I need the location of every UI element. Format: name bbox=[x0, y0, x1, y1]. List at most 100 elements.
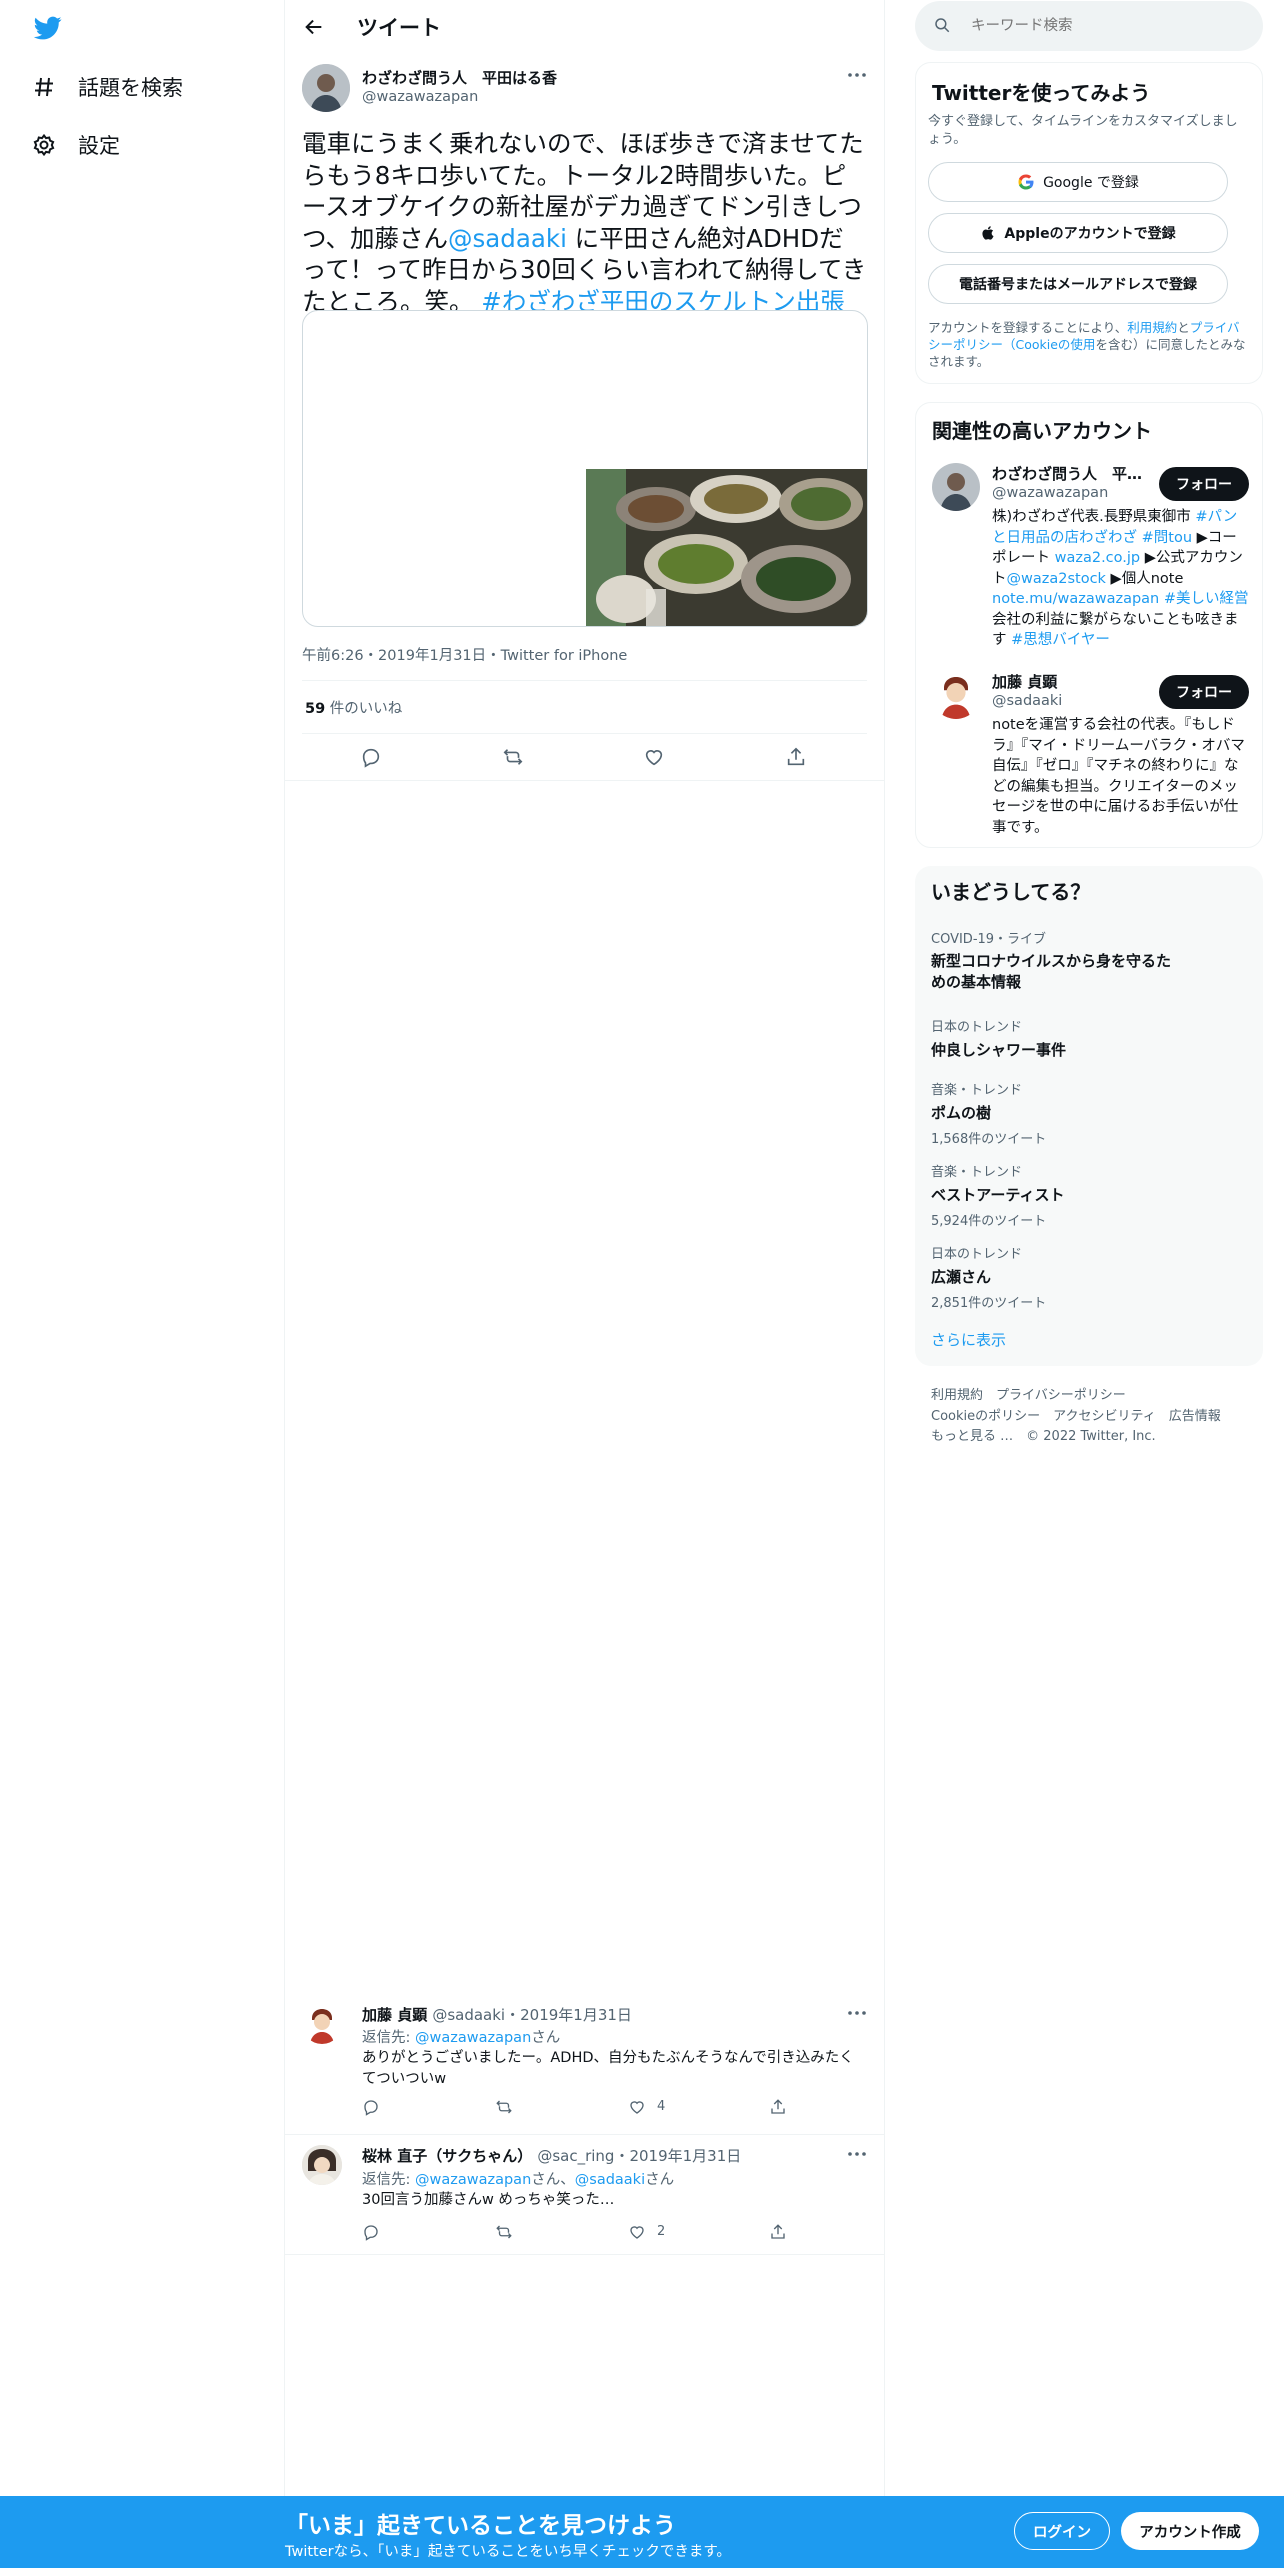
share-icon[interactable] bbox=[785, 746, 807, 768]
like-icon[interactable] bbox=[628, 2223, 646, 2241]
reply-avatar[interactable] bbox=[302, 2004, 342, 2044]
account-avatar[interactable] bbox=[932, 671, 980, 719]
reply-to-link[interactable]: @sadaaki bbox=[575, 2172, 645, 2188]
reply-date[interactable]: ・2019年1月31日 bbox=[505, 2006, 632, 2024]
retweet-icon[interactable] bbox=[495, 2098, 513, 2116]
tweet-meta: 午前6:26・2019年1月31日・Twitter for iPhone bbox=[302, 648, 628, 664]
reply-to-link[interactable]: @wazawazapan bbox=[415, 2172, 531, 2188]
nav-settings-label: 設定 bbox=[78, 134, 120, 158]
reply-icon[interactable] bbox=[362, 2098, 380, 2116]
reply-author-name[interactable]: 桜林 直子（サクちゃん） bbox=[362, 2147, 532, 2165]
google-signup-button[interactable]: Google で登録 bbox=[928, 162, 1228, 202]
account-avatar[interactable] bbox=[932, 463, 980, 511]
reply-to-link[interactable]: @wazawazapan bbox=[415, 2030, 531, 2046]
like-count: 2 bbox=[657, 2224, 666, 2239]
trend-name: 広瀬さん bbox=[931, 1268, 992, 1286]
main-column: ツイート わざわざ問う人 平田はる香 @wazawazapan 電車にうまく乗れ… bbox=[285, 0, 885, 2500]
account-name[interactable]: 加藤 貞顕 bbox=[992, 671, 1057, 692]
reply-to-line: 返信先: @wazawazapanさん bbox=[362, 2026, 560, 2047]
reply-avatar[interactable] bbox=[302, 2145, 342, 2185]
tweet-media[interactable] bbox=[302, 310, 868, 627]
footer-more-link[interactable]: もっと見る … bbox=[931, 1429, 1013, 1444]
trend-item[interactable]: 音楽・トレンド ポムの樹 1,568件のツイート bbox=[931, 1079, 1247, 1147]
trends-card: いまどうしてる？ COVID-19・ライブ 新型コロナウイルスから身を守るための… bbox=[915, 866, 1263, 1366]
nav-settings[interactable]: 設定 bbox=[32, 130, 120, 160]
google-signup-label: Google で登録 bbox=[1043, 175, 1139, 191]
bio-url-link[interactable]: note.mu/wazawazapan bbox=[992, 591, 1159, 607]
left-sidebar: 話題を検索 設定 bbox=[0, 0, 285, 2500]
reply-icon[interactable] bbox=[362, 2223, 380, 2241]
trend-item[interactable]: COVID-19・ライブ 新型コロナウイルスから身を守るための基本情報 bbox=[931, 928, 1247, 993]
reply-icon[interactable] bbox=[360, 746, 382, 768]
reply-author-name[interactable]: 加藤 貞顕 bbox=[362, 2006, 427, 2024]
trend-category: COVID-19・ライブ bbox=[931, 932, 1047, 947]
author-handle[interactable]: @wazawazapan bbox=[362, 89, 478, 105]
bio-url-link[interactable]: waza2.co.jp bbox=[1055, 550, 1141, 566]
more-options-icon[interactable] bbox=[847, 2149, 867, 2159]
trend-count: 1,568件のツイート bbox=[931, 1132, 1047, 1147]
bio-hashtag-link[interactable]: #思想バイヤー bbox=[1011, 632, 1110, 648]
login-button[interactable]: ログイン bbox=[1014, 2512, 1110, 2550]
apple-signup-button[interactable]: Appleのアカウントで登録 bbox=[928, 213, 1228, 253]
divider bbox=[302, 733, 867, 734]
terms-link[interactable]: 利用規約 bbox=[1127, 320, 1177, 335]
trend-item[interactable]: 日本のトレンド 仲良しシャワー事件 bbox=[931, 1016, 1247, 1060]
like-icon[interactable] bbox=[643, 746, 665, 768]
tweet-mention-link[interactable]: @sadaaki bbox=[448, 224, 567, 253]
search-input[interactable] bbox=[971, 11, 1241, 41]
trend-name: ポムの樹 bbox=[931, 1104, 992, 1122]
twitter-logo-icon[interactable] bbox=[32, 14, 64, 42]
footer-privacy-link[interactable]: プライバシーポリシー bbox=[996, 1388, 1126, 1403]
follow-button[interactable]: フォロー bbox=[1159, 467, 1249, 501]
footer-ads-link[interactable]: 広告情報 bbox=[1169, 1409, 1221, 1424]
trend-item[interactable]: 音楽・トレンド ベストアーティスト 5,924件のツイート bbox=[931, 1161, 1247, 1229]
author-avatar[interactable] bbox=[302, 64, 350, 112]
like-count: 4 bbox=[657, 2099, 666, 2114]
retweet-icon[interactable] bbox=[495, 2223, 513, 2241]
reply-header: 加藤 貞顕 @sadaaki・2019年1月31日 bbox=[362, 2004, 632, 2025]
reply-to-suffix: さん bbox=[645, 2172, 675, 2188]
reply-author-handle[interactable]: @sac_ring bbox=[537, 2147, 614, 2165]
trend-category: 日本のトレンド bbox=[931, 1020, 1023, 1035]
author-name[interactable]: わざわざ問う人 平田はる香 bbox=[362, 67, 557, 88]
share-icon[interactable] bbox=[769, 2098, 787, 2116]
trend-count: 5,924件のツイート bbox=[931, 1214, 1047, 1229]
account-handle[interactable]: @sadaaki bbox=[992, 693, 1062, 709]
nav-explore[interactable]: 話題を検索 bbox=[32, 72, 183, 102]
reply-tweet[interactable]: 桜林 直子（サクちゃん） @sac_ring・2019年1月31日 返信先: @… bbox=[285, 2135, 885, 2255]
share-icon[interactable] bbox=[769, 2223, 787, 2241]
retweet-icon[interactable] bbox=[502, 746, 524, 768]
signup-button[interactable]: アカウント作成 bbox=[1121, 2512, 1259, 2550]
more-options-icon[interactable] bbox=[847, 2008, 867, 2018]
follow-button[interactable]: フォロー bbox=[1159, 675, 1249, 709]
footer-links: 利用規約 プライバシーポリシー Cookieのポリシー アクセシビリティ 広告情… bbox=[931, 1386, 1261, 1448]
phone-email-signup-button[interactable]: 電話番号またはメールアドレスで登録 bbox=[928, 264, 1228, 304]
like-icon[interactable] bbox=[628, 2098, 646, 2116]
account-bio: 株)わざわざ代表.長野県東御市 #パンと日用品の店わざわざ #問tou ▶コーポ… bbox=[992, 507, 1250, 651]
show-more-link[interactable]: さらに表示 bbox=[931, 1329, 1006, 1350]
reply-text: ありがとうございましたー。ADHD、自分もたぶんそうなんで引き込みたくてついつい… bbox=[362, 2050, 854, 2087]
google-icon bbox=[1017, 173, 1035, 191]
bottom-signup-banner: 「いま」起きていることを見つけよう Twitterなら、「いま」起きていることを… bbox=[0, 2496, 1284, 2568]
more-options-icon[interactable] bbox=[847, 70, 867, 80]
hashtag-icon bbox=[32, 75, 56, 99]
bio-hashtag-link[interactable]: #美しい経営 bbox=[1164, 591, 1249, 607]
likes-count: 59 bbox=[305, 701, 326, 717]
likes-stat[interactable]: 59 件のいいね bbox=[305, 697, 402, 718]
footer-cookie-link[interactable]: Cookieのポリシー bbox=[931, 1409, 1040, 1424]
account-name[interactable]: わざわざ問う人 平… bbox=[992, 463, 1142, 484]
search-box[interactable] bbox=[915, 1, 1263, 51]
reply-header: 桜林 直子（サクちゃん） @sac_ring・2019年1月31日 bbox=[362, 2145, 741, 2166]
reply-date[interactable]: ・2019年1月31日 bbox=[614, 2147, 741, 2165]
footer-accessibility-link[interactable]: アクセシビリティ bbox=[1053, 1409, 1156, 1424]
reply-author-handle[interactable]: @sadaaki bbox=[432, 2006, 505, 2024]
trend-item[interactable]: 日本のトレンド 広瀬さん 2,851件のツイート bbox=[931, 1243, 1247, 1311]
footer-terms-link[interactable]: 利用規約 bbox=[931, 1388, 983, 1403]
bio-hashtag-link[interactable]: #問tou bbox=[1142, 530, 1192, 546]
reply-tweet[interactable]: 加藤 貞顕 @sadaaki・2019年1月31日 返信先: @wazawaza… bbox=[285, 1990, 885, 2135]
back-arrow-icon[interactable] bbox=[303, 16, 325, 38]
account-handle[interactable]: @wazawazapan bbox=[992, 485, 1108, 501]
bio-text: 株)わざわざ代表.長野県東御市 bbox=[992, 509, 1196, 525]
bio-mention-link[interactable]: @waza2stock bbox=[1007, 571, 1106, 587]
tweet-photo[interactable] bbox=[586, 469, 867, 626]
